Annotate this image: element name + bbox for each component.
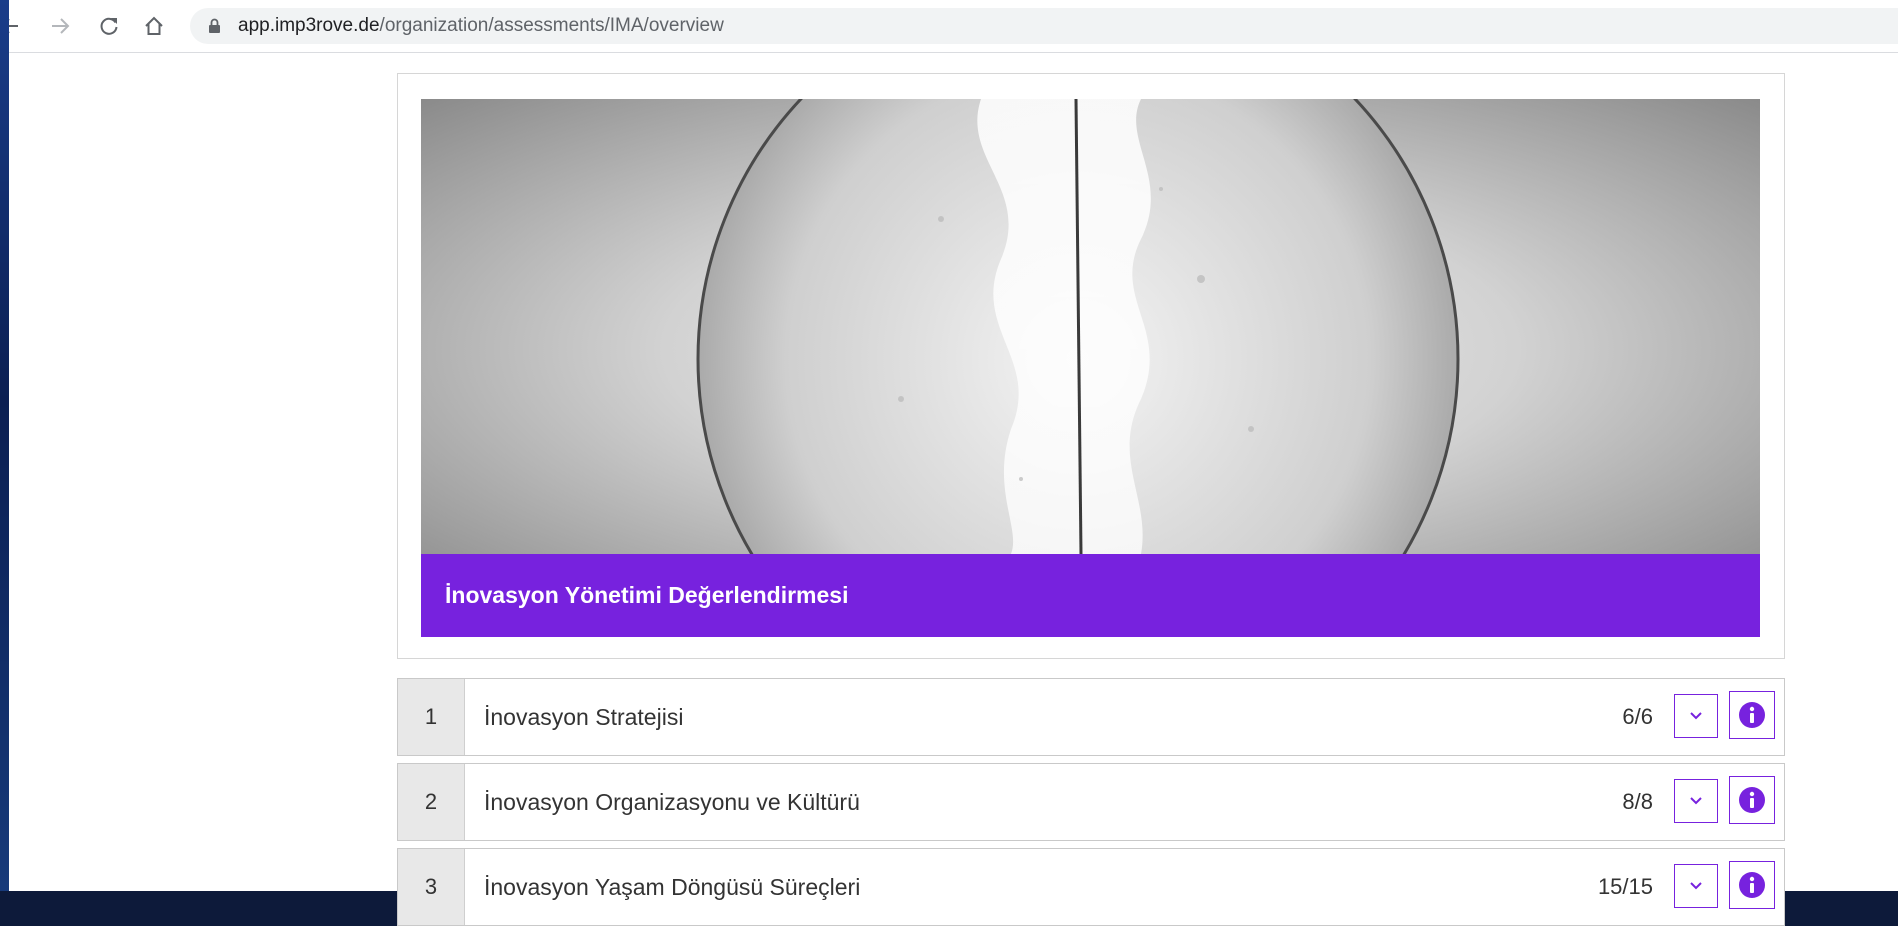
info-button[interactable] [1729,776,1775,824]
reload-icon [100,17,118,35]
browser-toolbar: app.imp3rove.de/organization/assessments… [0,0,1898,53]
info-button[interactable] [1729,691,1775,739]
assessment-card: İnovasyon Yönetimi Değerlendirmesi [397,73,1785,659]
section-title[interactable]: İnovasyon Yaşam Döngüsü Süreçleri [484,849,860,925]
home-button[interactable] [138,10,170,42]
assessment-title-banner: İnovasyon Yönetimi Değerlendirmesi [421,554,1760,637]
light-bulb-illustration [696,99,1460,554]
section-title[interactable]: İnovasyon Stratejisi [484,679,683,755]
address-bar[interactable]: app.imp3rove.de/organization/assessments… [190,8,1898,44]
section-progress: 8/8 [1622,789,1653,814]
arrow-right-icon [52,18,70,34]
forward-button[interactable] [44,10,76,42]
info-icon [1739,787,1765,813]
url-host: app.imp3rove.de [238,15,380,36]
section-number: 2 [398,764,465,840]
chevron-down-icon [1690,797,1702,805]
section-title[interactable]: İnovasyon Organizasyonu ve Kültürü [484,764,860,840]
info-icon [1739,702,1765,728]
light-bulb-image [421,99,1760,554]
chevron-down-icon [1690,882,1702,890]
info-icon [1739,872,1765,898]
section-progress: 15/15 [1597,874,1653,899]
home-icon [145,16,163,35]
section-progress: 6/6 [1622,704,1653,729]
desktop-edge [0,0,9,891]
section-row[interactable]: 3 İnovasyon Yaşam Döngüsü Süreçleri 15/1… [397,848,1785,926]
assessment-title: İnovasyon Yönetimi Değerlendirmesi [445,582,849,608]
chevron-down-icon [1690,712,1702,720]
expand-button[interactable] [1674,779,1718,823]
lock-icon [209,18,220,33]
url-path: /organization/assessments/IMA/overview [379,15,724,36]
url-text: app.imp3rove.de/organization/assessments… [238,8,724,44]
section-row[interactable]: 2 İnovasyon Organizasyonu ve Kültürü 8/8 [397,763,1785,841]
expand-button[interactable] [1674,694,1718,738]
reload-button[interactable] [93,10,125,42]
info-button[interactable] [1729,861,1775,909]
section-number: 1 [398,679,465,755]
browser-viewport: app.imp3rove.de/organization/assessments… [0,0,1898,926]
section-row[interactable]: 1 İnovasyon Stratejisi 6/6 [397,678,1785,756]
section-number: 3 [398,849,465,925]
expand-button[interactable] [1674,864,1718,908]
